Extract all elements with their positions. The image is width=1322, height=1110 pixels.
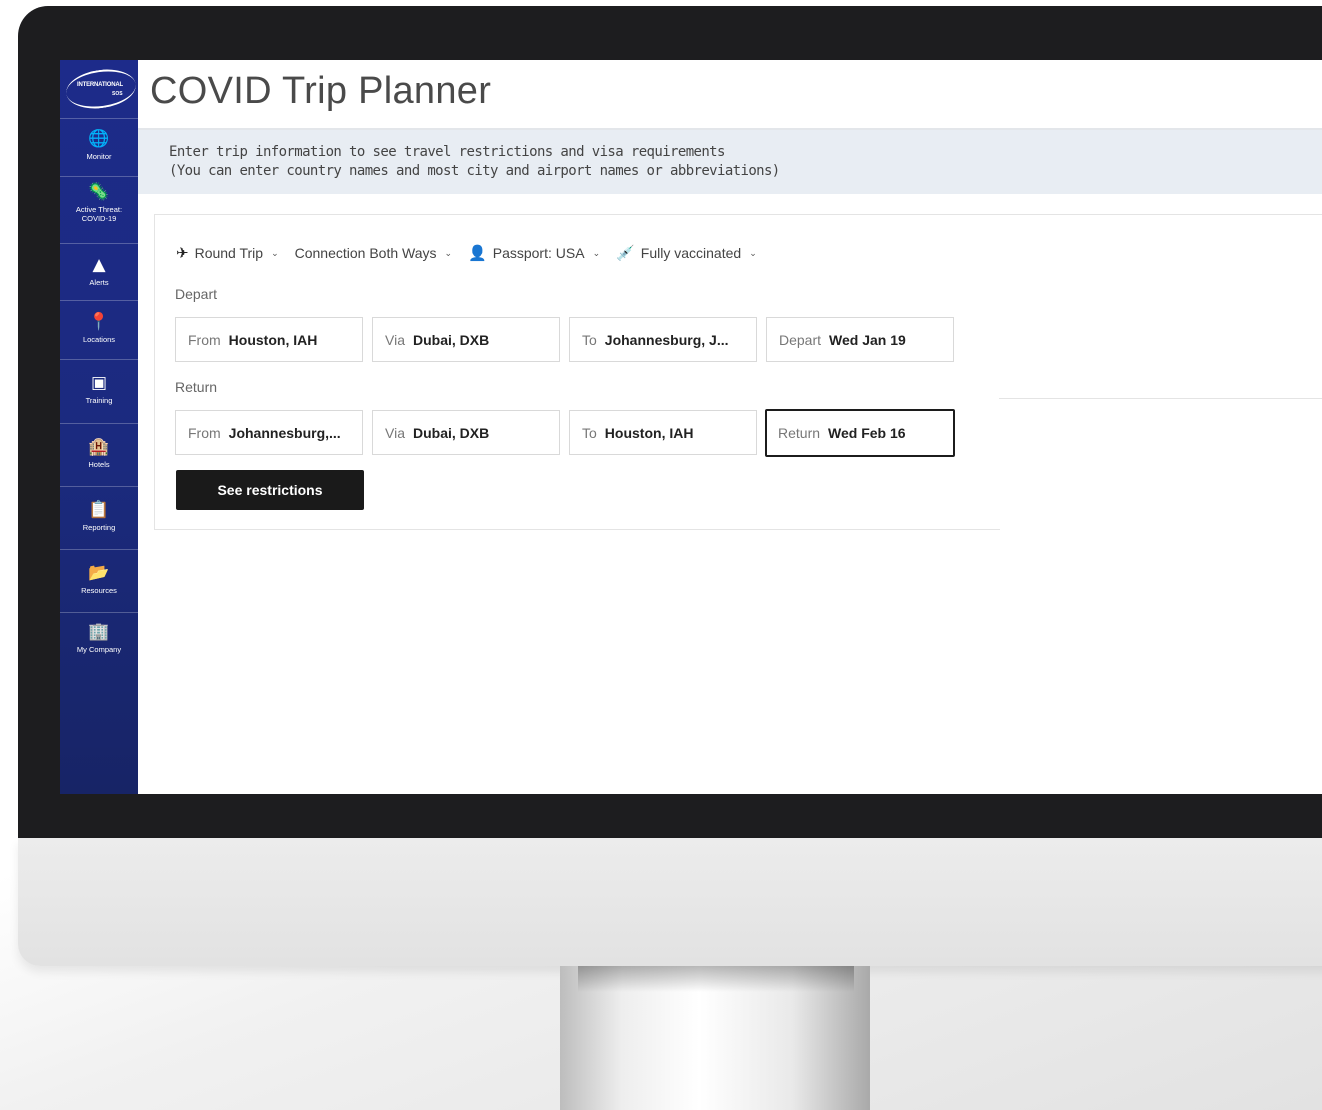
- connection-value: Connection Both Ways: [294, 245, 437, 261]
- person-icon: 👤: [468, 245, 487, 262]
- airplane-icon: ✈: [176, 245, 189, 262]
- field-label: Depart: [779, 331, 822, 348]
- depart-section-label: Depart: [175, 286, 218, 302]
- field-label: To: [582, 331, 597, 348]
- stand-shadow: [578, 966, 854, 992]
- depart-from-field[interactable]: From Houston, IAH: [175, 317, 363, 362]
- field-value: Dubai, DXB: [412, 424, 490, 441]
- logo-swoosh-icon: [63, 65, 139, 113]
- sidebar: INTERNATIONAL SOS 🌐 Monitor 🦠 Active Thr…: [60, 60, 139, 794]
- sidebar-item-label: Hotels: [88, 460, 110, 469]
- warning-icon: ▲: [92, 255, 106, 275]
- monitor-chin: [18, 838, 1322, 966]
- connection-dropdown[interactable]: Connection Both Ways ⌄: [295, 245, 452, 261]
- field-label: Via: [385, 331, 405, 348]
- field-label: Return: [778, 425, 821, 441]
- syringe-icon: 💉: [616, 245, 635, 262]
- hotel-icon: 🏨: [88, 437, 110, 457]
- sidebar-item-locations[interactable]: 📍 Locations: [60, 302, 138, 360]
- sidebar-item-label: Locations: [82, 335, 116, 344]
- sidebar-item-hotels[interactable]: 🏨 Hotels: [60, 425, 138, 487]
- sidebar-item-label: Active Threat: COVID-19: [75, 205, 123, 223]
- chevron-down-icon: ⌄: [271, 247, 279, 258]
- field-value: Dubai, DXB: [412, 331, 490, 348]
- trip-options-bar: ✈ Round Trip ⌄ Connection Both Ways ⌄ 👤 …: [176, 242, 757, 264]
- field-value: Wed Jan 19: [829, 331, 906, 348]
- location-pin-icon: 📍: [88, 312, 110, 332]
- sidebar-item-label: Training: [85, 396, 113, 405]
- card-divider: [999, 214, 1322, 215]
- chevron-down-icon: ⌄: [749, 247, 757, 258]
- info-line-1: Enter trip information to see travel res…: [169, 144, 725, 160]
- sidebar-item-label: Reporting: [82, 523, 116, 532]
- card-divider: [999, 398, 1322, 399]
- return-via-field[interactable]: Via Dubai, DXB: [372, 410, 560, 455]
- vaccination-value: Fully vaccinated: [640, 245, 742, 261]
- report-icon: 📋: [88, 500, 110, 520]
- training-icon: ▣: [90, 373, 108, 393]
- vaccination-dropdown[interactable]: 💉 Fully vaccinated ⌄: [616, 244, 757, 262]
- trip-type-dropdown[interactable]: ✈ Round Trip ⌄: [176, 244, 279, 262]
- passport-dropdown[interactable]: 👤 Passport: USA ⌄: [468, 244, 600, 262]
- field-label: From: [188, 331, 221, 348]
- sidebar-item-monitor[interactable]: 🌐 Monitor: [60, 119, 138, 177]
- sidebar-item-label: My Company: [76, 645, 122, 654]
- field-label: Via: [385, 424, 405, 441]
- field-label: From: [188, 424, 221, 441]
- return-from-field[interactable]: From Johannesburg,...: [175, 410, 363, 455]
- info-banner: Enter trip information to see travel res…: [138, 130, 1322, 194]
- sidebar-item-training[interactable]: ▣ Training: [60, 361, 138, 424]
- return-to-field[interactable]: To Houston, IAH: [569, 410, 757, 455]
- depart-to-field[interactable]: To Johannesburg, J...: [569, 317, 757, 362]
- sidebar-item-alerts[interactable]: ▲ Alerts: [60, 245, 138, 301]
- return-date-field[interactable]: Return Wed Feb 16: [765, 409, 955, 457]
- field-value: Houston, IAH: [228, 331, 318, 348]
- sidebar-item-reporting[interactable]: 📋 Reporting: [60, 488, 138, 550]
- field-value: Johannesburg,...: [228, 424, 341, 441]
- field-value: Wed Feb 16: [828, 425, 906, 441]
- sidebar-item-label: Resources: [81, 586, 117, 595]
- screen: INTERNATIONAL SOS 🌐 Monitor 🦠 Active Thr…: [60, 60, 1322, 794]
- see-restrictions-button[interactable]: See restrictions: [176, 470, 364, 510]
- logo[interactable]: INTERNATIONAL SOS: [60, 60, 139, 119]
- logo-sub: SOS: [112, 91, 123, 97]
- sidebar-item-covid[interactable]: 🦠 Active Threat: COVID-19: [60, 178, 138, 244]
- sidebar-item-label: Alerts: [89, 278, 109, 287]
- logo-text: INTERNATIONAL: [77, 82, 123, 88]
- globe-icon: 🌐: [88, 129, 110, 149]
- chevron-down-icon: ⌄: [444, 247, 453, 258]
- folder-icon: 📂: [88, 563, 110, 583]
- sidebar-item-label: Monitor: [86, 152, 112, 161]
- main-content: COVID Trip Planner Enter trip informatio…: [138, 60, 1322, 794]
- sidebar-item-resources[interactable]: 📂 Resources: [60, 551, 138, 613]
- return-section-label: Return: [175, 379, 218, 395]
- trip-type-value: Round Trip: [194, 245, 264, 261]
- depart-date-field[interactable]: Depart Wed Jan 19: [766, 317, 954, 362]
- field-value: Houston, IAH: [604, 424, 694, 441]
- field-value: Johannesburg, J...: [604, 331, 729, 348]
- building-icon: 🏢: [88, 622, 110, 642]
- info-line-2: (You can enter country names and most ci…: [169, 163, 780, 179]
- depart-via-field[interactable]: Via Dubai, DXB: [372, 317, 560, 362]
- sidebar-item-my-company[interactable]: 🏢 My Company: [60, 614, 138, 670]
- chevron-down-icon: ⌄: [592, 247, 601, 258]
- page-title: COVID Trip Planner: [150, 70, 492, 112]
- virus-globe-icon: 🦠: [88, 182, 110, 202]
- passport-value: Passport: USA: [492, 245, 585, 261]
- field-label: To: [582, 424, 597, 441]
